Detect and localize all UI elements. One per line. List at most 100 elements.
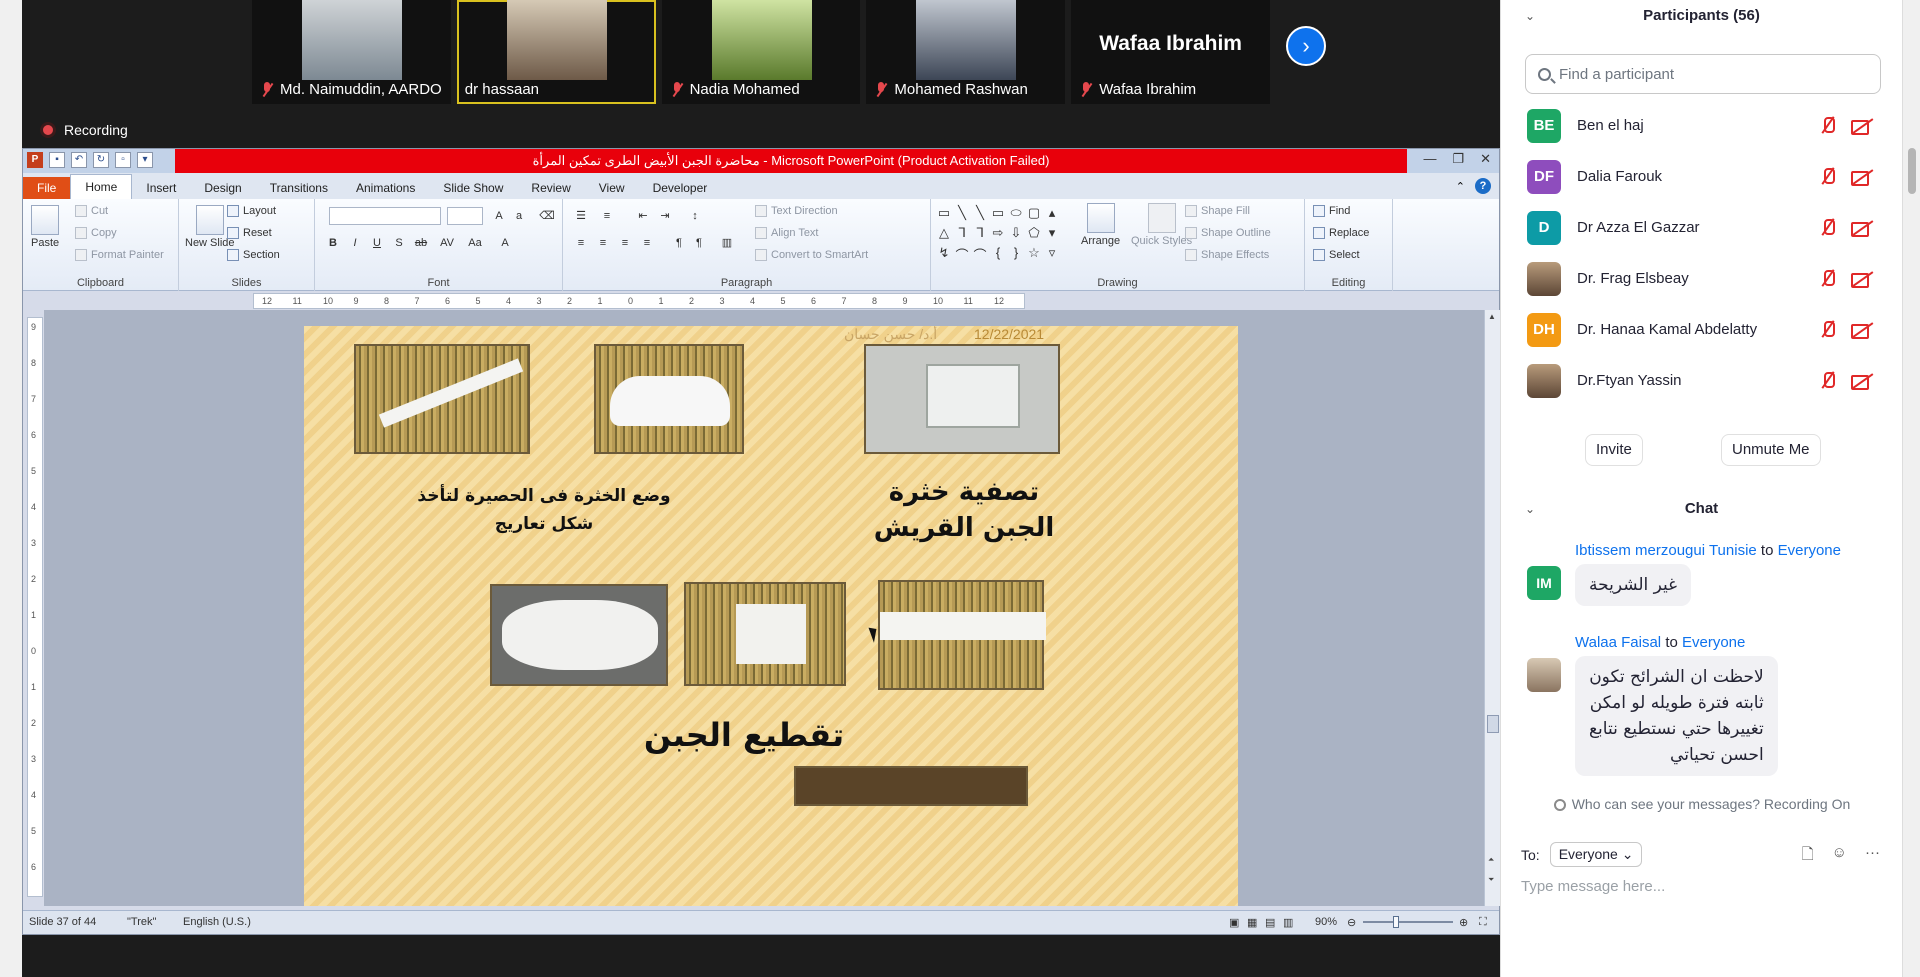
participant-row[interactable]: Dr.Ftyan Yassin <box>1501 355 1903 406</box>
char-spacing-icon[interactable]: AV <box>439 235 455 251</box>
arrange-button[interactable]: Arrange <box>1081 203 1120 247</box>
shadow-icon[interactable]: S <box>391 235 407 251</box>
align-text-button[interactable]: Align Text <box>755 227 819 239</box>
photo-partial-bottom[interactable] <box>794 766 1028 806</box>
new-file-icon[interactable]: ▫ <box>115 152 131 168</box>
arrow-right-shape-icon[interactable]: ⇨ <box>989 225 1007 245</box>
participant-row[interactable]: DF Dalia Farouk <box>1501 151 1903 202</box>
cut-button[interactable]: Cut <box>75 205 108 217</box>
restore-icon[interactable]: ❐ <box>1452 151 1464 167</box>
bold-icon[interactable]: B <box>325 235 341 251</box>
redo-icon[interactable]: ↻ <box>93 152 109 168</box>
italic-icon[interactable]: I <box>347 235 363 251</box>
chat-target[interactable]: Everyone <box>1682 634 1745 651</box>
chat-sender[interactable]: Walaa Faisal <box>1575 634 1661 651</box>
photo-cheese-plate[interactable] <box>490 584 668 686</box>
minimize-icon[interactable]: — <box>1423 151 1436 167</box>
oval-shape-icon[interactable]: ⬭ <box>1007 205 1025 225</box>
participant-row[interactable]: Dr. Frag Elsbeay <box>1501 253 1903 304</box>
text-direction-button[interactable]: Text Direction <box>755 205 838 217</box>
tab-view[interactable]: View <box>585 177 639 199</box>
change-case-icon[interactable]: Aa <box>467 235 483 251</box>
increase-indent-icon[interactable]: ⇥ <box>657 208 673 224</box>
pentagon-shape-icon[interactable]: ⬠ <box>1025 225 1043 245</box>
photo-filtering-box[interactable] <box>864 344 1060 454</box>
participant-row[interactable]: BE Ben el haj <box>1501 100 1903 151</box>
zoom-level[interactable]: 90% <box>1315 916 1337 928</box>
participant-row[interactable]: DH Dr. Hanaa Kamal Abdelatty <box>1501 304 1903 355</box>
brace-shape-icon[interactable]: } <box>1007 245 1025 265</box>
invite-button[interactable]: Invite <box>1585 434 1643 466</box>
chat-sender[interactable]: Ibtissem merzougui Tunisie <box>1575 542 1757 559</box>
shape-effects-button[interactable]: Shape Effects <box>1185 249 1269 261</box>
tab-file[interactable]: File <box>23 177 71 199</box>
shapes-gallery[interactable]: ▭ ╲ ╲ ▭ ⬭ ▢ ▴ △ ᒣ ᒣ ⇨ ⇩ ⬠ ▾ ↯ ⌒ ⌒{} ☆ ▿ <box>935 205 1063 267</box>
layout-button[interactable]: Layout <box>227 205 276 217</box>
prev-slide-icon[interactable]: ⏶ <box>1488 855 1494 865</box>
scroll-thumb[interactable] <box>1487 715 1499 733</box>
slide-vertical-scrollbar[interactable]: ▲ ⏶ ⏷ <box>1484 310 1500 906</box>
photo-cheese-roll[interactable] <box>684 582 846 686</box>
next-slide-icon[interactable]: ⏷ <box>1488 875 1494 885</box>
section-button[interactable]: Section <box>227 249 280 261</box>
video-tile[interactable]: Md. Naimuddin, AARDO <box>252 0 451 104</box>
align-center-icon[interactable]: ≡ <box>595 235 611 251</box>
photo-curd-on-mat[interactable] <box>354 344 530 454</box>
reset-button[interactable]: Reset <box>227 227 272 239</box>
zoom-in-icon[interactable]: ⊕ <box>1459 916 1468 929</box>
bullets-icon[interactable]: ☰ <box>573 208 589 224</box>
line-shape-icon[interactable]: ╲ <box>953 205 971 225</box>
chat-privacy-notice[interactable]: Who can see your messages? Recording On <box>1501 796 1903 812</box>
normal-view-icon[interactable]: ▣ <box>1229 916 1239 929</box>
shrink-font-icon[interactable]: a <box>511 208 527 224</box>
customize-toolbar-icon[interactable]: ▾ <box>137 152 153 168</box>
strikethrough-icon[interactable]: ab <box>413 235 429 251</box>
recording-indicator[interactable]: Recording <box>40 122 128 138</box>
photo-cutting-cheese[interactable] <box>878 580 1046 690</box>
minimize-ribbon-icon[interactable]: ⌃ <box>1456 180 1465 193</box>
participant-row[interactable]: D Dr Azza El Gazzar <box>1501 202 1903 253</box>
slideshow-view-icon[interactable]: ▥ <box>1283 916 1293 929</box>
brace-shape-icon[interactable]: { <box>989 245 1007 265</box>
help-icon[interactable]: ? <box>1475 178 1491 194</box>
underline-icon[interactable]: U <box>369 235 385 251</box>
tab-transitions[interactable]: Transitions <box>256 177 342 199</box>
zoom-slider[interactable] <box>1363 921 1453 923</box>
clear-format-icon[interactable]: ⌫ <box>539 208 555 224</box>
zoom-out-icon[interactable]: ⊖ <box>1347 916 1356 929</box>
ltr-icon[interactable]: ¶ <box>671 235 687 251</box>
language[interactable]: English (U.S.) <box>183 916 251 928</box>
star-shape-icon[interactable]: ☆ <box>1025 245 1043 265</box>
columns-icon[interactable]: ▥ <box>719 235 735 251</box>
zoom-slider-thumb[interactable] <box>1393 916 1399 928</box>
scroll-thumb[interactable] <box>1908 148 1916 194</box>
collapse-participants-icon[interactable]: ⌄ <box>1525 2 1535 30</box>
gallery-next-button[interactable]: › <box>1286 26 1326 66</box>
emoji-icon[interactable]: ☺ <box>1832 844 1847 869</box>
arc-shape-icon[interactable]: ⌒ <box>971 245 989 265</box>
undo-icon[interactable]: ↶ <box>71 152 87 168</box>
font-size-combo[interactable] <box>447 207 483 225</box>
convert-smartart-button[interactable]: Convert to SmartArt <box>755 249 868 261</box>
window-scrollbar[interactable] <box>1902 0 1920 977</box>
reading-view-icon[interactable]: ▤ <box>1265 916 1275 929</box>
shape-fill-button[interactable]: Shape Fill <box>1185 205 1250 217</box>
file-icon[interactable]: 🗋 <box>1802 844 1814 869</box>
unmute-me-button[interactable]: Unmute Me <box>1721 434 1821 466</box>
save-icon[interactable]: ▪ <box>49 152 65 168</box>
align-left-icon[interactable]: ≡ <box>573 235 589 251</box>
replace-button[interactable]: Replace <box>1313 227 1369 239</box>
video-tile[interactable]: Nadia Mohamed <box>661 0 861 104</box>
tab-animations[interactable]: Animations <box>342 177 429 199</box>
participant-search-input[interactable]: Find a participant <box>1525 54 1881 94</box>
chat-message-input[interactable]: Type message here... <box>1521 878 1665 895</box>
horizontal-ruler[interactable]: 12 11 10 9 8 7 6 5 4 3 2 1 0 1 2 3 4 5 6 7 8 9 10 11 12 <box>253 293 1025 309</box>
shape-outline-button[interactable]: Shape Outline <box>1185 227 1271 239</box>
more-shapes-icon[interactable]: ▴ <box>1043 205 1061 225</box>
find-button[interactable]: Find <box>1313 205 1350 217</box>
tab-home[interactable]: Home <box>70 174 133 199</box>
photo-curd-pile[interactable] <box>594 344 744 454</box>
quick-styles-button[interactable]: Quick Styles <box>1131 203 1192 247</box>
expand-shapes-icon[interactable]: ▿ <box>1043 245 1061 265</box>
line-spacing-icon[interactable]: ↕ <box>687 208 703 224</box>
